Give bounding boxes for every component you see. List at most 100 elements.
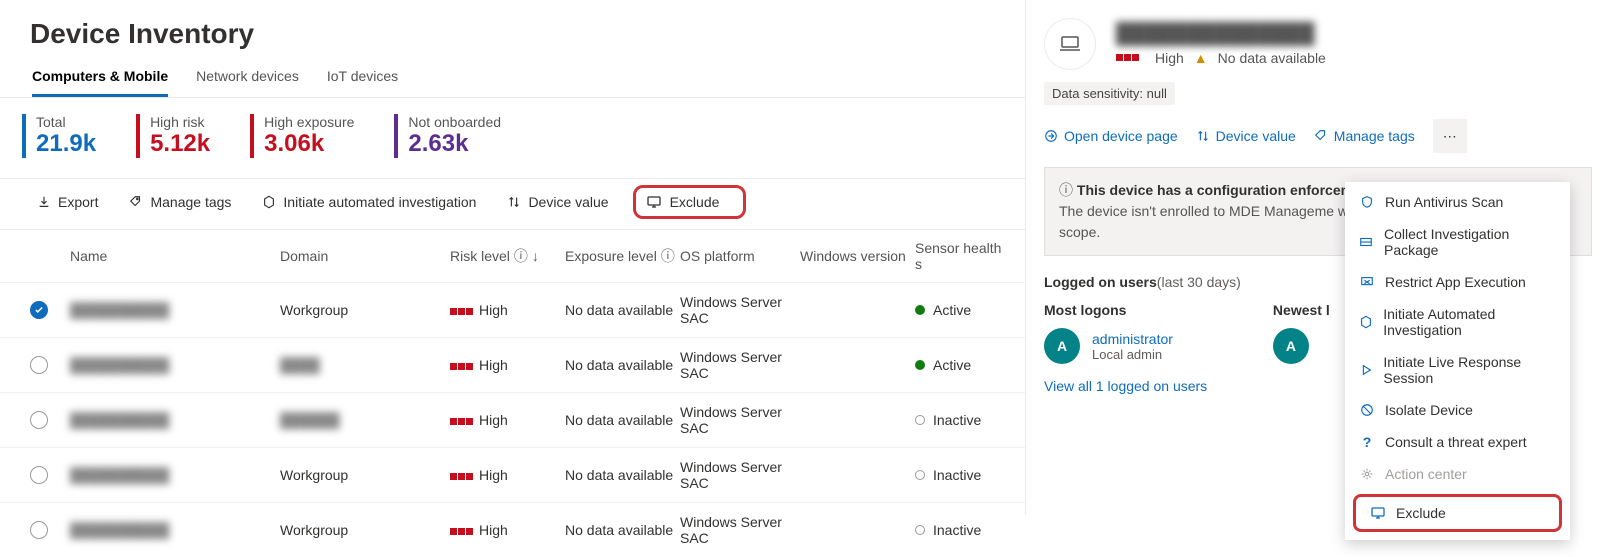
cell-name: ██████████ (70, 357, 280, 373)
exclude-label: Exclude (670, 194, 720, 210)
cell-os: Windows Server SAC (680, 404, 800, 436)
info-icon: ⓘ (661, 246, 675, 266)
user-entry[interactable]: A administrator Local admin (1044, 328, 1173, 364)
risk-dots-icon (1116, 54, 1139, 61)
open-device-page-button[interactable]: Open device page (1044, 128, 1178, 144)
cell-exposure: No data available (565, 412, 680, 428)
col-os[interactable]: OS platform (680, 240, 800, 272)
col-exposure-label: Exposure level (565, 248, 657, 264)
menu-item-label: Consult a threat expert (1385, 434, 1527, 450)
monitor-icon (1370, 505, 1386, 521)
panel-device-value-button[interactable]: Device value (1196, 128, 1296, 144)
col-sensor[interactable]: Sensor health s (915, 240, 1005, 272)
hex-icon (1359, 314, 1373, 330)
stat-total-label: Total (36, 114, 96, 130)
manage-tags-label: Manage tags (150, 194, 231, 210)
cell-name: ██████████ (70, 302, 280, 318)
tab-iot-devices[interactable]: IoT devices (327, 68, 398, 97)
user-name: administrator (1092, 331, 1173, 347)
manage-tags-button[interactable]: Manage tags (122, 188, 237, 216)
col-domain[interactable]: Domain (280, 240, 450, 272)
gear-icon (1359, 466, 1375, 482)
stat-high-risk[interactable]: High risk 5.12k (136, 114, 210, 158)
stat-high-exposure-value: 3.06k (264, 130, 354, 158)
row-checkbox[interactable] (30, 301, 48, 319)
tag-icon (1314, 129, 1328, 143)
restrict-icon (1359, 274, 1375, 290)
stat-not-onboarded-label: Not onboarded (408, 114, 501, 130)
cell-sensor: Inactive (915, 522, 1005, 538)
device-risk: High (1155, 50, 1184, 66)
menu-item-exclude[interactable]: Exclude (1356, 497, 1559, 529)
warning-body: The device isn't enrolled to MDE Managem… (1059, 203, 1334, 219)
more-actions-button[interactable]: ⋯ (1433, 119, 1467, 153)
menu-item-consult-a-threat-expert[interactable]: ? Consult a threat expert (1345, 426, 1570, 458)
cell-domain: ██████ (280, 412, 450, 428)
package-icon (1359, 234, 1374, 250)
question-icon: ? (1359, 434, 1375, 450)
cell-exposure: No data available (565, 302, 680, 318)
cell-os: Windows Server SAC (680, 349, 800, 381)
panel-device-value-label: Device value (1216, 128, 1296, 144)
cell-exposure: No data available (565, 522, 680, 538)
isolate-icon (1359, 402, 1375, 418)
menu-item-restrict-app-execution[interactable]: Restrict App Execution (1345, 266, 1570, 298)
panel-manage-tags-label: Manage tags (1334, 128, 1415, 144)
stat-high-exposure[interactable]: High exposure 3.06k (250, 114, 354, 158)
row-checkbox[interactable] (30, 356, 48, 374)
user-entry[interactable]: A (1273, 328, 1330, 364)
menu-item-isolate-device[interactable]: Isolate Device (1345, 394, 1570, 426)
cell-risk: High (450, 357, 565, 373)
menu-item-action-center: Action center (1345, 458, 1570, 490)
info-icon: ⓘ (1059, 182, 1073, 198)
user-role: Local admin (1092, 347, 1173, 362)
cell-domain: Workgroup (280, 522, 450, 538)
shield-icon (1359, 194, 1375, 210)
row-checkbox[interactable] (30, 411, 48, 429)
stat-total-value: 21.9k (36, 130, 96, 158)
most-logons-title: Most logons (1044, 302, 1173, 318)
cell-os: Windows Server SAC (680, 459, 800, 491)
device-value-button[interactable]: Device value (500, 188, 614, 216)
tab-network-devices[interactable]: Network devices (196, 68, 299, 97)
panel-manage-tags-button[interactable]: Manage tags (1314, 128, 1415, 144)
cell-sensor: Active (915, 357, 1005, 373)
cell-name: ██████████ (70, 467, 280, 483)
stat-not-onboarded[interactable]: Not onboarded 2.63k (394, 114, 501, 158)
newest-title: Newest l (1273, 302, 1330, 318)
cell-sensor: Inactive (915, 412, 1005, 428)
avatar: A (1273, 328, 1309, 364)
menu-item-collect-investigation-package[interactable]: Collect Investigation Package (1345, 218, 1570, 266)
col-winver[interactable]: Windows version (800, 240, 915, 272)
cell-risk: High (450, 522, 565, 538)
cell-domain: ████ (280, 357, 450, 373)
col-exposure[interactable]: Exposure level ⓘ (565, 240, 680, 272)
col-risk[interactable]: Risk level ⓘ ↓ (450, 240, 565, 272)
row-checkbox[interactable] (30, 466, 48, 484)
menu-item-run-antivirus-scan[interactable]: Run Antivirus Scan (1345, 186, 1570, 218)
export-button[interactable]: Export (30, 188, 104, 216)
cell-risk: High (450, 302, 565, 318)
cell-sensor: Active (915, 302, 1005, 318)
cell-risk: High (450, 412, 565, 428)
initiate-investigation-button[interactable]: Initiate automated investigation (255, 188, 482, 216)
col-risk-label: Risk level (450, 248, 510, 264)
exclude-button[interactable]: Exclude (633, 185, 747, 219)
info-icon: ⓘ (514, 246, 528, 266)
initiate-investigation-label: Initiate automated investigation (283, 194, 476, 210)
col-name[interactable]: Name (70, 240, 280, 272)
avatar: A (1044, 328, 1080, 364)
stat-high-risk-value: 5.12k (150, 130, 210, 158)
hexagon-icon (261, 194, 277, 210)
actions-menu: Run Antivirus ScanCollect Investigation … (1345, 182, 1570, 540)
row-checkbox[interactable] (30, 521, 48, 539)
stat-total[interactable]: Total 21.9k (22, 114, 96, 158)
device-no-data: No data available (1218, 50, 1326, 66)
cell-os: Windows Server SAC (680, 294, 800, 326)
cell-os: Windows Server SAC (680, 514, 800, 546)
tab-computers-mobile[interactable]: Computers & Mobile (32, 68, 168, 97)
menu-item-initiate-live-response-session[interactable]: Initiate Live Response Session (1345, 346, 1570, 394)
menu-item-initiate-automated-investigation[interactable]: Initiate Automated Investigation (1345, 298, 1570, 346)
sort-icon (506, 194, 522, 210)
stat-high-risk-label: High risk (150, 114, 210, 130)
